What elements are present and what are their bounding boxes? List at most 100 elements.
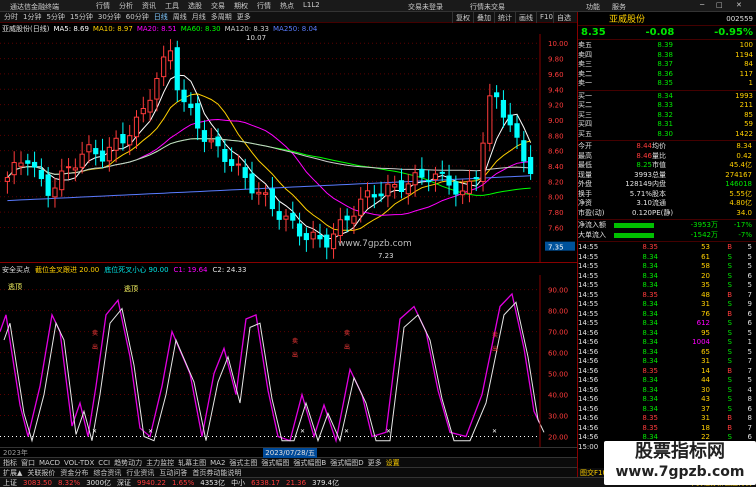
sz-index-label[interactable]: 深证 <box>117 478 131 487</box>
extension-tab[interactable]: 首页券动能说明 <box>192 468 241 477</box>
tick-row[interactable]: 14:56 8.34 65 S 5 <box>578 348 756 358</box>
indicator-tab[interactable]: 设置 <box>386 458 400 467</box>
tick-row[interactable]: 14:56 8.35 18 B 7 <box>578 424 756 434</box>
indicator-tab[interactable]: 轧幕主图 <box>178 458 206 467</box>
tick-row[interactable]: 14:55 8.34 61 S 5 <box>578 253 756 263</box>
period-button[interactable]: 1分钟 <box>23 12 41 22</box>
stats-row[interactable]: 最低 8.25 市值 45.4亿 <box>578 161 756 171</box>
stats-row[interactable]: 净资 3.10 流通 4.80亿 <box>578 199 756 209</box>
indicator-tab[interactable]: MA2 <box>210 459 225 467</box>
bid-row[interactable]: 买四 8.31 59 <box>578 120 756 130</box>
menu-item-6[interactable]: 期权 <box>234 1 248 11</box>
ask-row[interactable]: 卖二 8.36 117 <box>578 70 756 80</box>
maximize-icon[interactable]: □ <box>716 1 723 9</box>
tick-row[interactable]: 14:56 8.34 1004 S 1 <box>578 338 756 348</box>
extension-tab[interactable]: 综合资讯 <box>93 468 121 477</box>
indicator-tab[interactable]: VOL-TDX <box>64 459 94 467</box>
tick-row[interactable]: 14:56 8.34 31 S 7 <box>578 357 756 367</box>
extension-tab[interactable]: 互动问答 <box>159 468 187 477</box>
indicator-tab[interactable]: 窗口 <box>21 458 35 467</box>
ask-row[interactable]: 卖四 8.38 1194 <box>578 51 756 61</box>
ask-row[interactable]: 卖五 8.39 100 <box>578 41 756 51</box>
indicator-tab[interactable]: 强式幅图 <box>261 458 289 467</box>
panel-divider[interactable] <box>0 262 577 263</box>
bid-row[interactable]: 买一 8.34 1993 <box>578 92 756 102</box>
extension-tab[interactable]: 关联报价 <box>27 468 55 477</box>
zx-index-label[interactable]: 中小 <box>231 478 245 487</box>
indicator-tab[interactable]: 强式幅图D <box>330 458 363 467</box>
tick-row[interactable]: 14:55 8.34 76 B 6 <box>578 310 756 320</box>
indicator-tab[interactable]: 主力监控 <box>146 458 174 467</box>
stats-row[interactable]: 今开 8.44 均价 8.34 <box>578 142 756 152</box>
overlay-button[interactable]: 叠加 <box>473 12 494 23</box>
bid-row[interactable]: 买二 8.33 211 <box>578 101 756 111</box>
menu-item-1[interactable]: 分析 <box>119 1 133 11</box>
period-button[interactable]: 分时 <box>4 12 18 22</box>
period-button-selected[interactable]: 日线 <box>154 12 168 22</box>
period-button[interactable]: 30分钟 <box>98 12 121 22</box>
tick-row[interactable]: 14:55 8.34 35 S 5 <box>578 281 756 291</box>
period-button[interactable]: 15分钟 <box>70 12 93 22</box>
tick-row[interactable]: 14:56 8.34 30 S 4 <box>578 386 756 396</box>
stats-row[interactable]: 市盈(动) 0.120 PE(静) 34.0 <box>578 209 756 219</box>
indicator-tab[interactable]: 更多 <box>368 458 382 467</box>
tick-row[interactable]: 14:56 8.35 31 B 8 <box>578 414 756 424</box>
menu-item-2[interactable]: 资讯 <box>142 1 156 11</box>
extension-tab[interactable]: 行业资讯 <box>126 468 154 477</box>
indicator-tab[interactable]: MACD <box>39 459 60 467</box>
service-menu[interactable]: 服务 <box>612 2 626 12</box>
oscillator-chart[interactable]: 90.00 80.00 70.00 60.00 50.00 40.00 30.00 20.00… <box>0 275 577 447</box>
menu-item-4[interactable]: 选股 <box>188 1 202 11</box>
tick-row[interactable]: 14:56 8.34 37 S 6 <box>578 405 756 415</box>
extension-tab[interactable]: 资金分布 <box>60 468 88 477</box>
tick-row[interactable]: 14:55 8.35 53 B 5 <box>578 243 756 253</box>
indicator-tab[interactable]: 强式幅图B <box>293 458 326 467</box>
tick-row[interactable]: 14:56 8.35 14 B 7 <box>578 367 756 377</box>
bid-row[interactable]: 买三 8.32 85 <box>578 111 756 121</box>
tick-row[interactable]: 14:55 8.34 612 S 6 <box>578 319 756 329</box>
tick-row[interactable]: 14:56 8.34 95 S 5 <box>578 329 756 339</box>
stock-name[interactable]: 亚威股份 <box>609 12 645 25</box>
ask-row[interactable]: 卖一 8.35 1 <box>578 79 756 89</box>
indicator-tab[interactable]: 指标 <box>3 458 17 467</box>
restore-rights-button[interactable]: 复权 <box>452 12 473 23</box>
extension-tab[interactable]: 扩展▲ <box>3 468 22 477</box>
period-more-button[interactable]: 更多 <box>237 12 251 22</box>
menu-item-5[interactable]: 交易 <box>211 1 225 11</box>
menu-item-9[interactable]: L1L2 <box>303 1 320 11</box>
period-button[interactable]: 60分钟 <box>126 12 149 22</box>
stats-row[interactable]: 最高 8.46 量比 0.42 <box>578 152 756 162</box>
tick-row[interactable]: 14:55 8.35 48 B 7 <box>578 291 756 301</box>
tick-row[interactable]: 14:55 8.34 20 S 6 <box>578 272 756 282</box>
tick-row[interactable]: 14:55 8.34 58 S 5 <box>578 262 756 272</box>
minimize-icon[interactable]: ─ <box>700 1 704 9</box>
draw-line-button[interactable]: 画线 <box>515 12 536 23</box>
candlestick-chart[interactable]: 10.00 9.80 9.60 9.40 9.20 9.00 8.80 8.60 8.40 8.2… <box>0 34 577 262</box>
tick-row[interactable]: 14:56 8.34 44 S 5 <box>578 376 756 386</box>
ask-row[interactable]: 卖三 8.37 84 <box>578 60 756 70</box>
menu-item-8[interactable]: 热点 <box>280 1 294 11</box>
period-button[interactable]: 月线 <box>192 12 206 22</box>
favorite-button[interactable]: 自选 <box>553 12 574 23</box>
menu-item-0[interactable]: 行情 <box>96 1 110 11</box>
indicator-tab[interactable]: 强式主图 <box>229 458 257 467</box>
period-button[interactable]: 多周期 <box>211 12 232 22</box>
stats-row[interactable]: 换手 5.71% 股本 5.55亿 <box>578 190 756 200</box>
bid-row[interactable]: 买五 8.30 1422 <box>578 130 756 140</box>
stats-button[interactable]: 统计 <box>494 12 515 23</box>
period-button[interactable]: 5分钟 <box>46 12 64 22</box>
stats-row[interactable]: 外盘 128149 内盘 146018 <box>578 180 756 190</box>
close-icon[interactable]: ✕ <box>736 1 742 9</box>
tick-list[interactable]: 14:55 8.35 53 B 5 14:55 8.34 61 S 5 14:55 8.34 58 S 5 1… <box>578 242 756 453</box>
tick-row[interactable]: 14:55 8.34 31 S 9 <box>578 300 756 310</box>
tick-row[interactable]: 14:56 8.34 43 S 8 <box>578 395 756 405</box>
stats-row[interactable]: 现量 3993 总量 274167 <box>578 171 756 181</box>
sh-index-label[interactable]: 上证 <box>3 478 17 487</box>
menu-item-7[interactable]: 行情 <box>257 1 271 11</box>
trade-status[interactable]: 交易未登录 <box>408 2 443 12</box>
indicator-tab[interactable]: CCI <box>98 459 110 467</box>
menu-item-3[interactable]: 工具 <box>165 1 179 11</box>
indicator-tab[interactable]: 趋势动力 <box>114 458 142 467</box>
func-menu[interactable]: 功能 <box>586 2 600 12</box>
period-button[interactable]: 周线 <box>173 12 187 22</box>
